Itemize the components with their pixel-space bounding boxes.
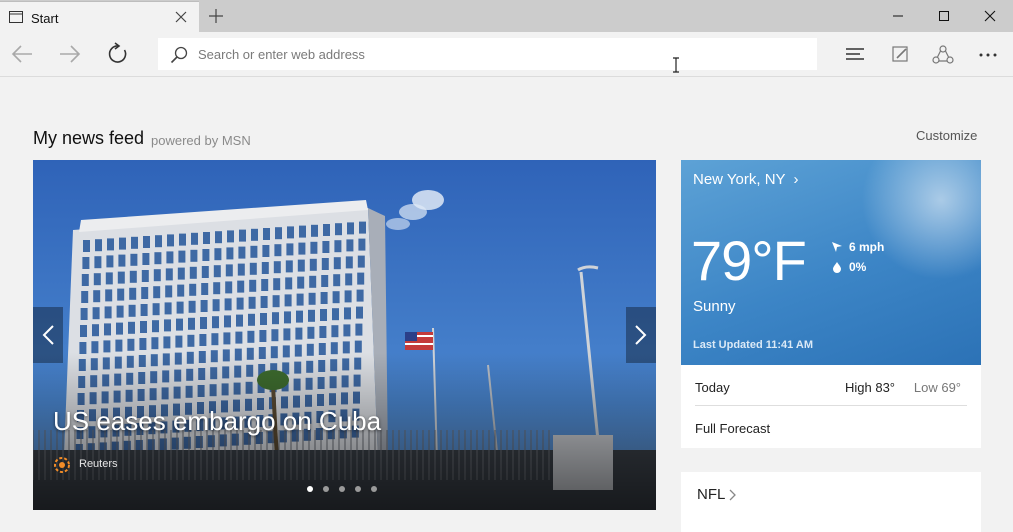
chevron-right-icon <box>635 325 647 345</box>
close-icon[interactable] <box>175 11 187 23</box>
weather-high: High 83° <box>844 380 895 395</box>
nfl-card[interactable]: NFL <box>681 472 981 532</box>
chevron-right-icon: › <box>793 171 799 188</box>
carousel-dot[interactable] <box>355 486 361 492</box>
weather-low: Low 69° <box>913 380 961 395</box>
web-note-button[interactable] <box>888 44 916 66</box>
text-cursor-icon <box>671 57 681 73</box>
hero-image <box>33 160 656 510</box>
customize-link[interactable]: Customize <box>916 128 977 143</box>
carousel-dot[interactable] <box>371 486 377 492</box>
weather-condition: Sunny <box>693 298 736 315</box>
web-note-icon <box>892 46 908 62</box>
weather-details: Today High 83° Low 69° Full Forecast <box>681 365 981 448</box>
weather-card[interactable]: New York, NY › 79°F Sunny 6 mph 0% Last … <box>681 160 981 365</box>
hub-icon <box>846 48 864 60</box>
title-bar: Start <box>0 0 1013 32</box>
weather-precipitation: 0% <box>831 260 866 274</box>
sun-glow <box>861 160 981 280</box>
minimize-button[interactable] <box>875 0 921 32</box>
weather-temperature: 79°F <box>691 229 807 292</box>
forward-button[interactable] <box>58 42 86 66</box>
raindrop-icon <box>833 262 841 273</box>
hero-source: Reuters <box>79 458 118 470</box>
weather-today-label: Today <box>695 380 730 395</box>
reuters-logo-icon <box>53 456 71 474</box>
arrow-left-icon <box>11 45 32 63</box>
address-bar[interactable] <box>158 38 817 70</box>
carousel-dots <box>307 486 377 492</box>
hero-headline[interactable]: US eases embargo on Cuba <box>53 406 381 437</box>
carousel-dot[interactable] <box>323 486 329 492</box>
more-button[interactable] <box>976 44 1004 66</box>
tab-start[interactable]: Start <box>0 1 199 32</box>
refresh-icon <box>108 42 127 63</box>
window-close-icon <box>984 10 996 22</box>
weather-wind: 6 mph <box>831 240 884 254</box>
maximize-icon <box>939 11 949 21</box>
carousel-next-button[interactable] <box>626 307 656 363</box>
tab-page-icon <box>9 11 23 23</box>
search-icon <box>170 46 188 64</box>
carousel-dot[interactable] <box>307 486 313 492</box>
arrow-right-icon <box>60 45 81 63</box>
share-icon <box>932 45 954 64</box>
chevron-right-icon <box>729 489 737 501</box>
wind-direction-icon <box>832 242 842 252</box>
feed-powered-by: powered by MSN <box>151 133 251 148</box>
more-icon <box>979 53 997 57</box>
window-close-button[interactable] <box>967 0 1013 32</box>
weather-location[interactable]: New York, NY › <box>693 171 798 188</box>
refresh-button[interactable] <box>106 42 134 66</box>
chevron-left-icon <box>42 325 54 345</box>
weather-updated: Last Updated 11:41 AM <box>693 339 814 351</box>
hub-button[interactable] <box>843 44 871 66</box>
back-button[interactable] <box>10 42 38 66</box>
hero-carousel[interactable]: US eases embargo on Cuba Reuters <box>33 160 656 510</box>
maximize-button[interactable] <box>921 0 967 32</box>
weather-precipitation-value: 0% <box>849 260 867 274</box>
weather-location-label: New York, NY <box>693 171 786 188</box>
minimize-icon <box>893 15 903 17</box>
carousel-prev-button[interactable] <box>33 307 63 363</box>
plus-icon[interactable] <box>209 9 223 23</box>
address-input[interactable] <box>198 38 798 70</box>
carousel-dot[interactable] <box>339 486 345 492</box>
divider <box>695 405 967 406</box>
tab-title: Start <box>31 11 59 26</box>
feed-title: My news feed <box>33 128 145 148</box>
nfl-label: NFL <box>697 486 726 503</box>
share-button[interactable] <box>931 44 959 66</box>
full-forecast-link[interactable]: Full Forecast <box>695 421 770 436</box>
weather-wind-value: 6 mph <box>849 240 885 254</box>
